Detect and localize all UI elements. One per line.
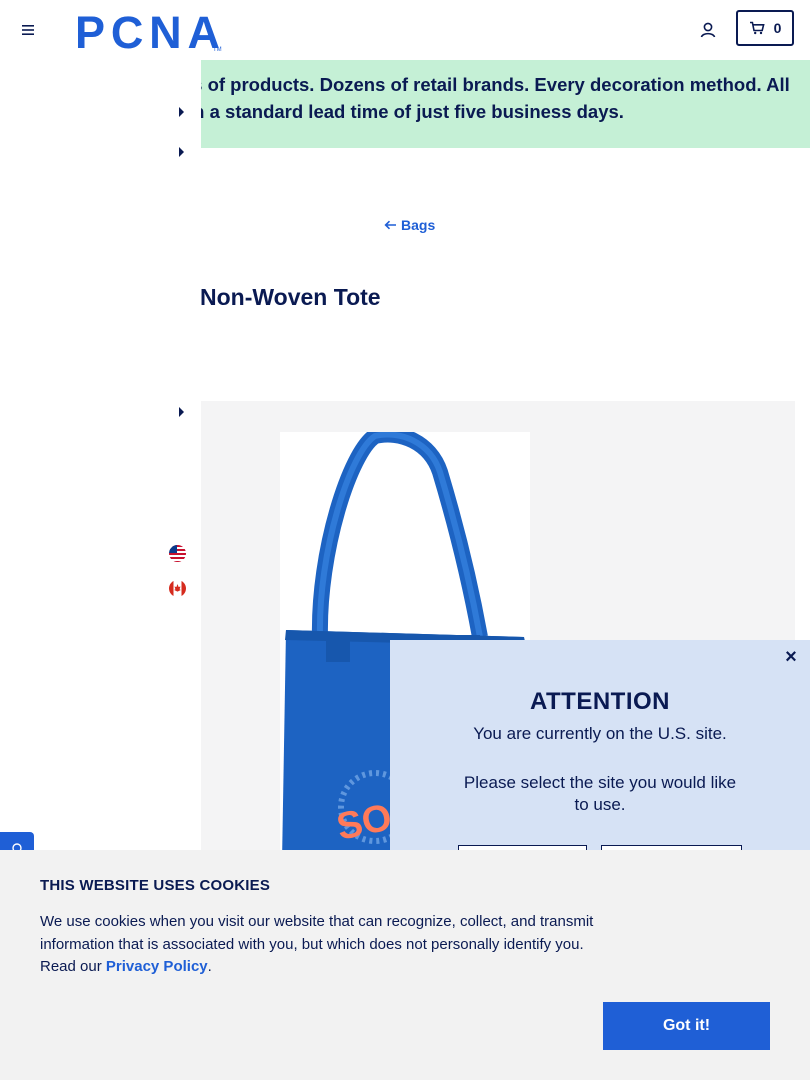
promo-banner: ls of products. Dozens of retail brands.… [201, 60, 810, 148]
cart-button[interactable]: 0 [736, 10, 794, 46]
cart-count: 0 [773, 20, 782, 36]
hamburger-menu-icon[interactable] [20, 22, 36, 38]
breadcrumb-label: Bags [401, 217, 436, 233]
us-flag-icon[interactable] [169, 545, 186, 562]
breadcrumb-back-link[interactable]: Bags [384, 217, 435, 233]
modal-current-site-text: You are currently on the U.S. site. [473, 724, 727, 743]
modal-instruction-text: Please select the site you would like to… [463, 773, 737, 814]
close-icon[interactable]: × [782, 647, 800, 667]
arrow-left-icon [384, 220, 396, 230]
canada-flag-icon[interactable] [169, 580, 186, 597]
caret-right-icon[interactable] [179, 107, 184, 117]
cookie-text: We use cookies when you visit our websit… [40, 911, 610, 979]
caret-right-icon[interactable] [179, 407, 184, 417]
svg-text:TM: TM [213, 47, 222, 52]
cookie-banner: THIS WEBSITE USES COOKIES We use cookies… [0, 850, 810, 1080]
privacy-policy-link[interactable]: Privacy Policy [106, 958, 208, 975]
cookie-title: THIS WEBSITE USES COOKIES [40, 877, 271, 894]
product-title: Non-Woven Tote [200, 284, 381, 310]
pcna-logo[interactable]: PCNA TM [75, 10, 225, 52]
caret-right-icon[interactable] [179, 147, 184, 157]
logo-text: PCNA [75, 10, 220, 52]
user-icon[interactable] [698, 20, 718, 40]
modal-title: ATTENTION [529, 688, 671, 715]
promo-line-1: ls of products. Dozens of retail brands.… [201, 74, 790, 95]
site-header: PCNA TM 0 [0, 0, 810, 60]
cookie-accept-button[interactable]: Got it! [603, 1002, 770, 1050]
cookie-period: . [207, 958, 212, 975]
promo-line-2: th a standard lead time of just five bus… [201, 101, 624, 122]
cart-icon [749, 21, 765, 35]
promo-text: ls of products. Dozens of retail brands.… [201, 71, 810, 125]
